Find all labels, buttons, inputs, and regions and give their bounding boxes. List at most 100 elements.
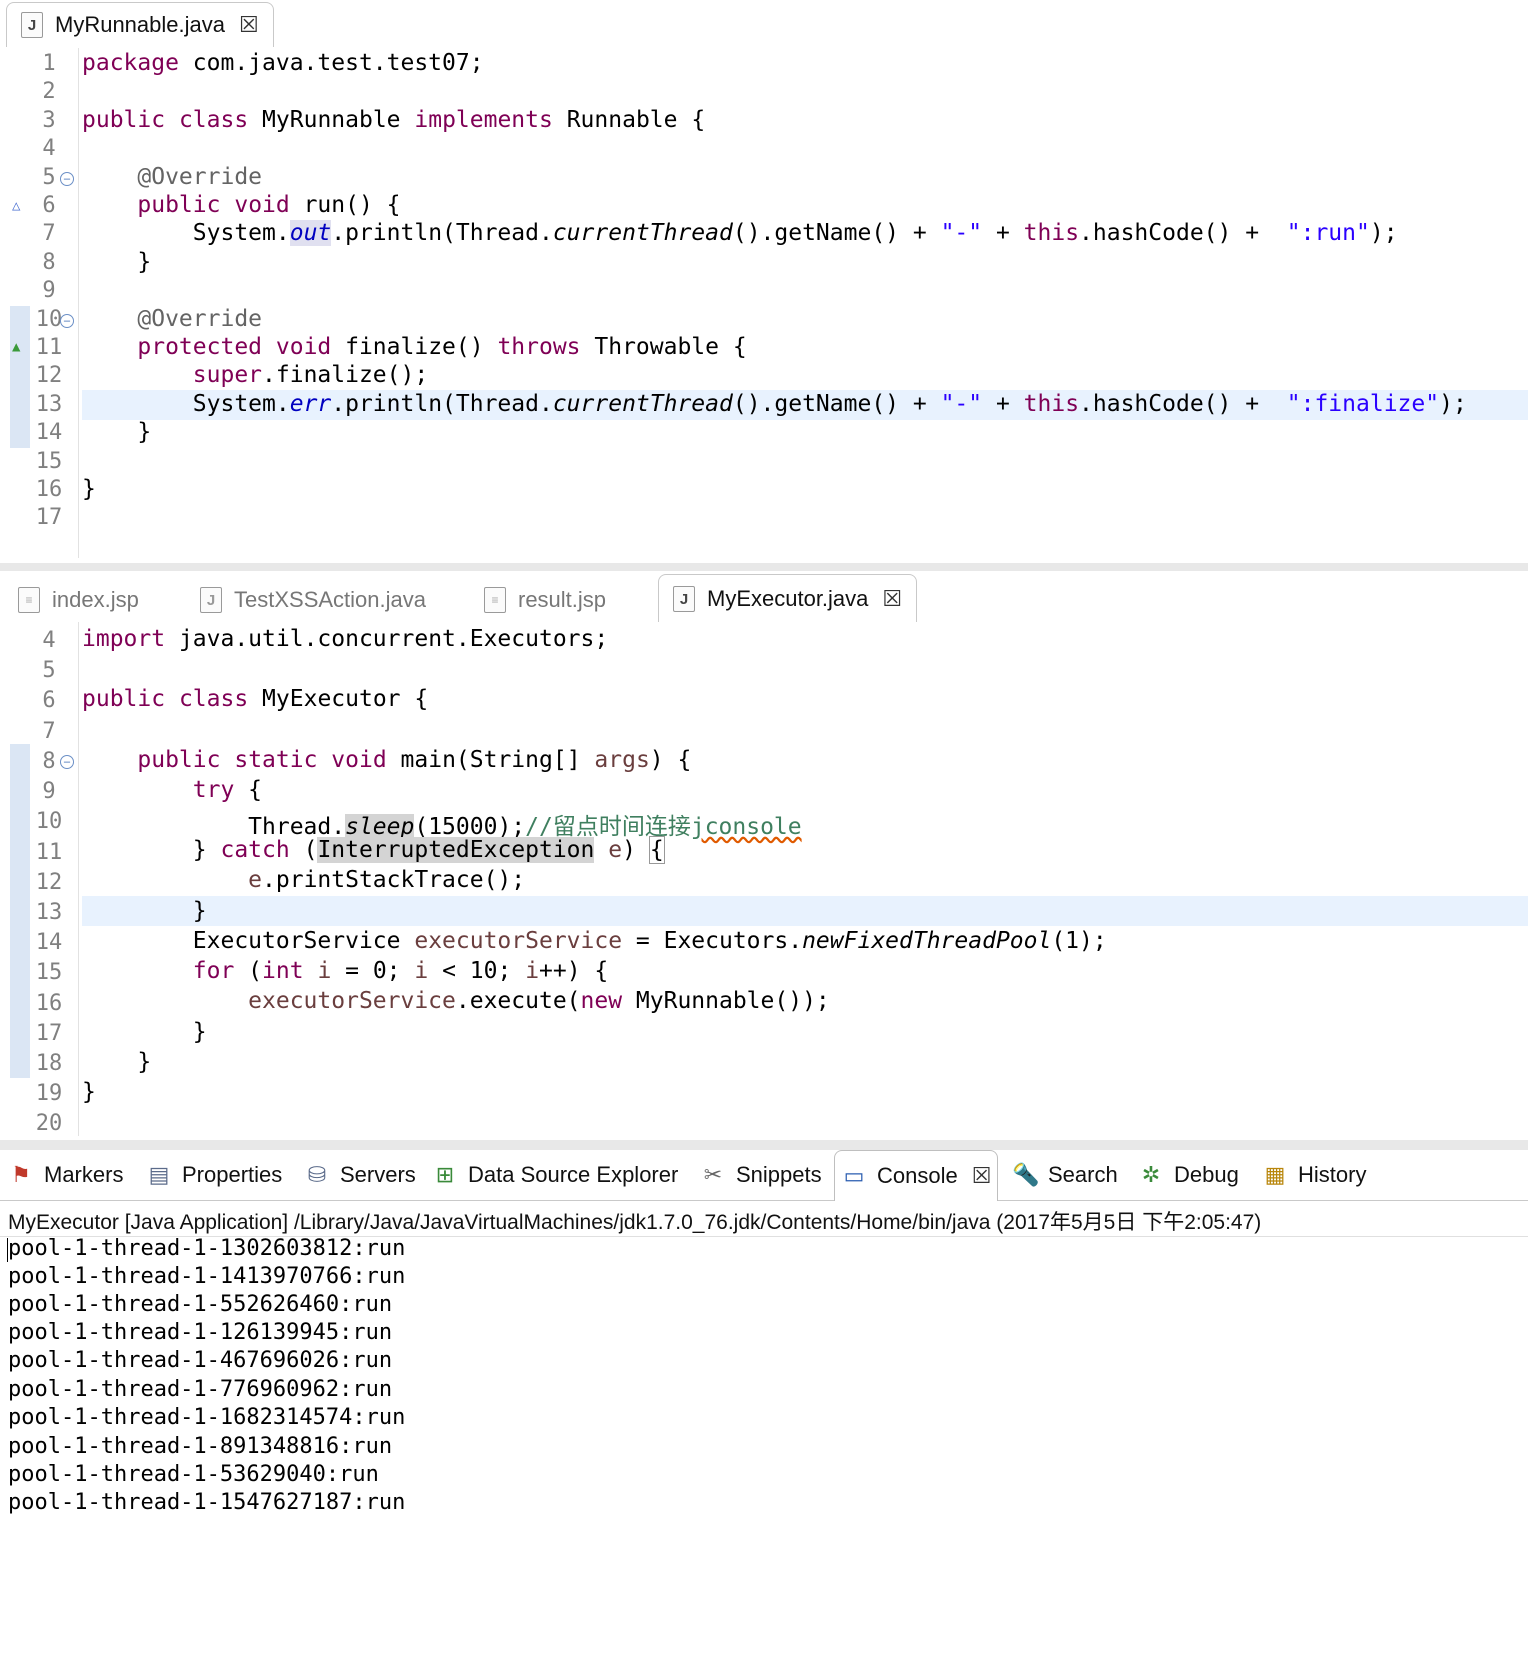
code-line: super.finalize();	[192, 362, 429, 388]
current-line-highlight	[82, 896, 1528, 926]
tab-result-jsp[interactable]: ≡ result.jsp	[484, 576, 606, 624]
line-number: 1	[42, 51, 56, 76]
line-number: 6	[42, 193, 56, 218]
data-source-explorer-icon: ⊞	[435, 1162, 455, 1187]
line-number: 7	[42, 719, 56, 744]
line-number: 11	[35, 840, 63, 865]
code-line: executorService.execute(new MyRunnable()…	[248, 988, 830, 1014]
tab-myexecutor-java[interactable]: J MyExecutor.java ☒	[658, 574, 918, 623]
console-icon: ▭	[843, 1163, 865, 1188]
code-line: }	[82, 1079, 96, 1105]
history-icon: ▦	[1264, 1162, 1286, 1187]
line-number: 14	[35, 420, 63, 445]
tab-search[interactable]: 🔦 Search	[1012, 1152, 1118, 1198]
search-icon: 🔦	[1012, 1162, 1040, 1187]
override-indicator-icon[interactable]: ▲	[12, 339, 20, 355]
servers-icon: ⛁	[307, 1162, 327, 1187]
code-line: try {	[192, 777, 263, 803]
code-line: public void run() {	[137, 192, 401, 218]
tab-debug[interactable]: ✲ Debug	[1138, 1152, 1239, 1198]
line-number: 2	[42, 79, 56, 104]
tab-myrunnable-java[interactable]: J MyRunnable.java ☒	[6, 2, 274, 47]
code-line: e.printStackTrace();	[248, 867, 526, 893]
line-number: 13	[35, 900, 63, 925]
line-number: 12	[35, 870, 63, 895]
tab-console[interactable]: ▭ Console ☒	[834, 1150, 999, 1201]
tab-history[interactable]: ▦ History	[1262, 1152, 1367, 1198]
line-number: 8	[42, 250, 56, 275]
bottom-editor[interactable]: 4 5 6 7 8 9 10 11 12 13 14 15 16 17 18 1…	[0, 622, 1528, 1136]
code-line: }	[192, 1019, 207, 1045]
panel-separator[interactable]	[0, 1140, 1528, 1150]
tab-properties[interactable]: ▤ Properties	[146, 1152, 283, 1198]
code-line: @Override	[137, 164, 263, 190]
code-line: package com.java.test.test07;	[82, 50, 484, 76]
code-line: }	[137, 249, 152, 275]
tab-servers[interactable]: ⛁ Servers	[304, 1152, 416, 1198]
code-line: ExecutorService executorService = Execut…	[192, 928, 1107, 954]
tab-label: MyRunnable.java	[55, 12, 225, 37]
line-number: 11	[35, 335, 63, 360]
jsp-file-icon: ≡	[484, 587, 506, 613]
tab-index-jsp[interactable]: ≡ index.jsp	[18, 576, 139, 624]
code-line: public static void main(String[] args) {	[137, 747, 692, 773]
close-icon[interactable]: ☒	[972, 1163, 992, 1189]
line-number: 15	[35, 449, 63, 474]
line-number: 17	[35, 1021, 63, 1046]
console-line: pool-1-thread-1-891348816:run	[8, 1434, 393, 1459]
line-number: 9	[42, 779, 56, 804]
tab-snippets[interactable]: ✂ Snippets	[700, 1152, 822, 1198]
jsp-file-icon: ≡	[18, 587, 40, 613]
override-indicator-icon[interactable]: △	[12, 198, 20, 214]
java-file-icon: J	[200, 587, 222, 613]
console-process-header: MyExecutor [Java Application] /Library/J…	[8, 1211, 1262, 1234]
console-line: pool-1-thread-1-1547627187:run	[8, 1490, 406, 1515]
console-line: pool-1-thread-1-1413970766:run	[8, 1264, 406, 1289]
line-number: 13	[35, 392, 63, 417]
code-line: System.out.println(Thread.currentThread(…	[192, 220, 1398, 246]
line-number: 14	[35, 930, 63, 955]
snippets-icon: ✂	[703, 1162, 723, 1187]
fold-collapse-icon[interactable]: −	[60, 755, 74, 769]
tab-testxssaction-java[interactable]: J TestXSSAction.java	[200, 576, 426, 624]
code-line: System.err.println(Thread.currentThread(…	[192, 391, 1467, 417]
console-line: pool-1-thread-1-1682314574:run	[8, 1405, 406, 1430]
tab-data-source-explorer[interactable]: ⊞ Data Source Explorer	[432, 1152, 679, 1198]
fold-collapse-icon[interactable]: −	[60, 314, 74, 328]
code-line: }	[137, 419, 152, 445]
line-number: 16	[35, 477, 63, 502]
code-line: @Override	[137, 306, 263, 332]
close-icon[interactable]: ☒	[239, 12, 259, 38]
editor-separator[interactable]	[0, 563, 1528, 571]
line-number: 6	[42, 688, 56, 713]
tab-markers[interactable]: ⚑ Markers	[8, 1152, 123, 1198]
console-line: pool-1-thread-1-53629040:run	[8, 1462, 379, 1487]
line-number: 16	[35, 991, 63, 1016]
line-number: 18	[35, 1051, 63, 1076]
console-line: pool-1-thread-1-552626460:run	[8, 1292, 393, 1317]
code-line: }	[137, 1049, 152, 1075]
markers-icon: ⚑	[11, 1162, 31, 1187]
java-file-icon: J	[21, 12, 43, 38]
line-number: 3	[42, 108, 56, 133]
console-line: pool-1-thread-1-1302603812:run	[8, 1236, 406, 1261]
close-icon[interactable]: ☒	[882, 586, 902, 612]
line-number: 9	[42, 278, 56, 303]
code-line: public class MyExecutor {	[82, 686, 429, 712]
console-line: pool-1-thread-1-776960962:run	[8, 1377, 393, 1402]
top-editor-tabbar: J MyRunnable.java ☒	[0, 0, 1528, 47]
code-line: }	[82, 476, 96, 502]
change-bar	[10, 306, 30, 448]
line-number: 7	[42, 221, 56, 246]
code-line: public class MyRunnable implements Runna…	[82, 107, 706, 133]
java-file-icon: J	[673, 586, 695, 612]
top-editor[interactable]: 1 2 3 4 5 6 7 8 9 10 11 12 13 14 15 16 1…	[0, 48, 1528, 558]
line-number: 4	[42, 136, 56, 161]
code-line: import java.util.concurrent.Executors;	[82, 626, 609, 652]
fold-collapse-icon[interactable]: −	[60, 172, 74, 186]
properties-icon: ▤	[148, 1162, 170, 1187]
line-number: 10	[35, 809, 63, 834]
code-line: }	[192, 898, 207, 924]
line-number: 17	[35, 505, 63, 530]
line-number: 12	[35, 363, 63, 388]
